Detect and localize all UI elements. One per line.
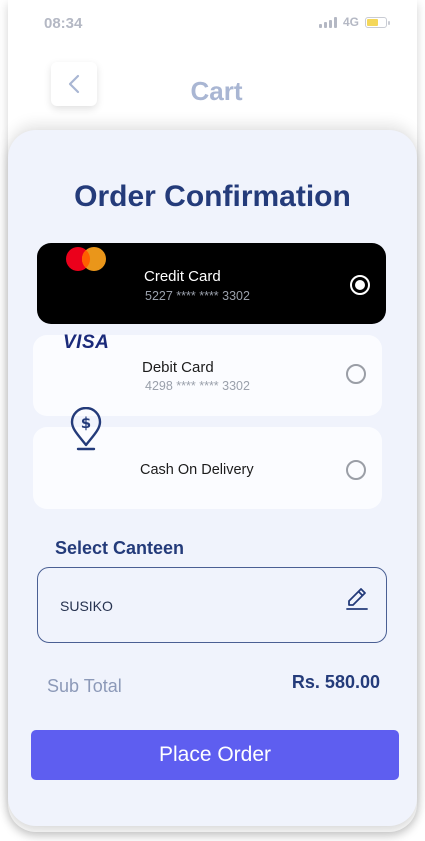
radio-unselected[interactable]: [346, 364, 366, 384]
radio-selected[interactable]: [350, 275, 370, 295]
subtotal-label: Sub Total: [47, 676, 122, 696]
card-number: 5227 **** **** 3302: [145, 289, 250, 303]
payment-option-cash-on-delivery[interactable]: $ Cash On Delivery: [33, 407, 382, 509]
status-time: 08:34: [44, 15, 83, 32]
card-number: 4298 **** **** 3302: [145, 379, 250, 393]
place-order-button[interactable]: Place Order: [31, 730, 399, 780]
page-title: Cart: [190, 76, 243, 106]
card-label: Debit Card: [142, 359, 214, 376]
payment-option-credit-card[interactable]: Credit Card 5227 **** **** 3302: [37, 243, 386, 324]
order-title: Order Confirmation: [74, 180, 351, 213]
radio-unselected[interactable]: [346, 460, 366, 480]
battery-level: [367, 18, 378, 26]
mastercard-logo-icon: [66, 247, 106, 271]
canteen-label: Select Canteen: [55, 538, 185, 558]
battery-icon: [365, 16, 390, 28]
signal-icon: [318, 16, 337, 28]
card-label: Credit Card: [144, 268, 221, 285]
subtotal-value: Rs. 580.00: [291, 672, 380, 692]
svg-text:$: $: [81, 414, 91, 432]
network-label: 4G: [342, 15, 359, 29]
payment-option-debit-card[interactable]: VISA Debit Card 4298 **** **** 3302: [33, 332, 382, 416]
canteen-value: SUSIKO: [60, 598, 113, 614]
order-sheet: Order Confirmation Credit Card 5227 ****…: [8, 130, 417, 826]
card-label: Cash On Delivery: [140, 462, 254, 478]
visa-logo-icon: VISA: [63, 332, 110, 353]
canteen-select[interactable]: SUSIKO: [37, 567, 387, 643]
cash-location-icon: $: [70, 407, 102, 451]
pencil-edit-icon[interactable]: [344, 586, 370, 612]
status-indicators: 4G: [318, 15, 390, 29]
